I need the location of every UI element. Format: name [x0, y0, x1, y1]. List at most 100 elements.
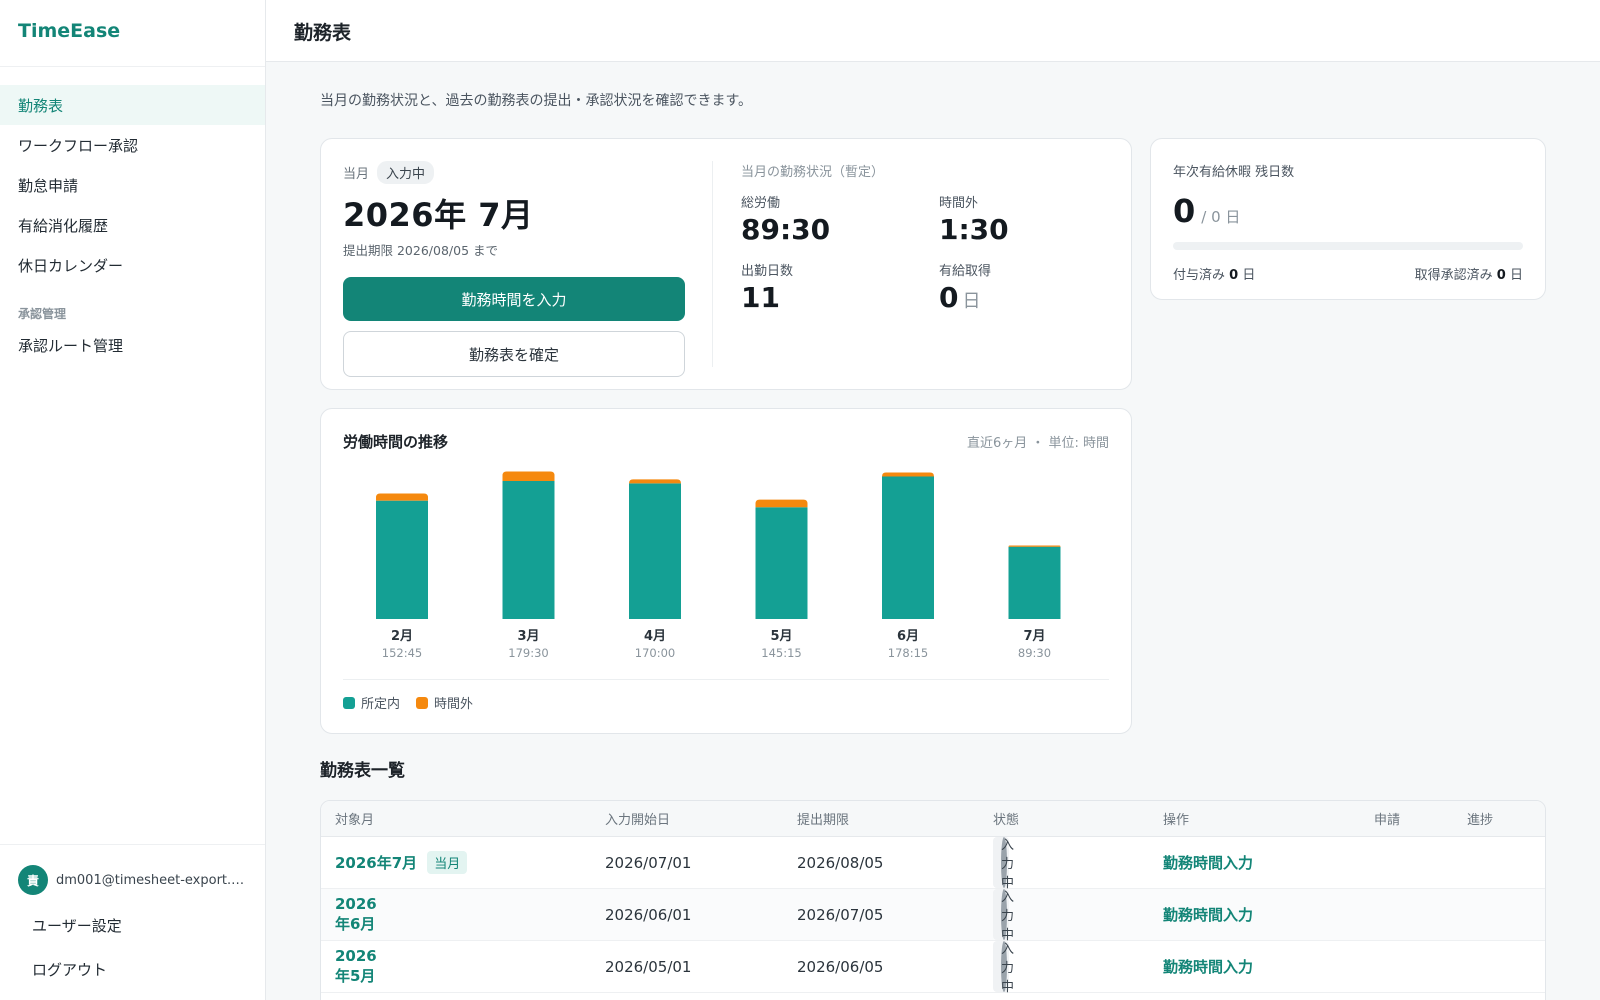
- timesheet-list-title: 勤務表一覧: [320, 761, 405, 781]
- submission-deadline: 提出期限 2026/08/05 まで: [343, 243, 498, 258]
- column-header: 提出期限: [797, 813, 850, 828]
- status-badge: 入力中: [993, 889, 1014, 943]
- topbar: 勤務表: [266, 0, 1600, 62]
- bar-segment-overtime: [629, 479, 681, 484]
- divider: [712, 161, 713, 367]
- enter-work-hours-button[interactable]: 勤務時間を入力: [343, 277, 685, 321]
- x-tick-label: 2月: [391, 629, 413, 644]
- deadline-date: 2026/07/05: [797, 905, 884, 924]
- chart-legend: 所定内 時間外: [343, 693, 473, 712]
- timesheet-table: 対象月 入力開始日 提出期限 状態 操作 申請 進捗 2026年7月 当月 202…: [320, 800, 1546, 1000]
- user-info[interactable]: 責 dm001@timesheet-export.e...: [18, 865, 247, 895]
- sidebar: TimeEase 勤務表 ワークフロー承認 勤怠申請 有給消化履歴 休日カレンダ…: [0, 0, 266, 1000]
- enter-hours-link[interactable]: 勤務時間入力: [1163, 889, 1253, 940]
- x-tick-label: 7月: [1023, 629, 1045, 644]
- legend-label: 所定内: [361, 697, 401, 712]
- chart-title: 労働時間の推移: [343, 433, 449, 451]
- sidebar-item-approval-route[interactable]: 承認ルート管理: [0, 325, 265, 365]
- stat-value: 0日: [939, 281, 1111, 314]
- stat-work-days: 出勤日数 11: [741, 260, 939, 314]
- approved-days: 取得承認済み 0 日: [1414, 268, 1523, 283]
- column-header: 進捗: [1467, 813, 1494, 828]
- bar-segment-regular: [502, 480, 555, 619]
- stat-value: 1:30: [939, 213, 1009, 246]
- stat-label: 有給取得: [939, 264, 992, 279]
- legend-swatch: [343, 696, 355, 709]
- stat-label: 総労働: [741, 196, 781, 211]
- granted-days: 付与済み 0 日: [1173, 268, 1256, 283]
- legend-item-overtime: 時間外: [416, 693, 473, 712]
- enter-hours-link[interactable]: 勤務時間入力: [1163, 837, 1253, 888]
- stat-value: 11: [741, 281, 780, 314]
- stat-unit: 日: [962, 291, 981, 312]
- stats-title: 当月の勤務状況（暫定）: [741, 165, 885, 180]
- current-month-label: 当月: [343, 167, 370, 182]
- work-hours-chart-card: 労働時間の推移 直近6ヶ月 ・ 単位: 時間 2月 152:45 3月 179:30 4…: [320, 408, 1132, 734]
- enter-hours-link[interactable]: 勤務時間入力: [1163, 941, 1253, 992]
- paid-leave-remaining: 0: [1173, 192, 1196, 230]
- start-date: 2026/07/01: [605, 853, 692, 872]
- month-link[interactable]: 2026年6月: [335, 889, 377, 940]
- column-header: 申請: [1374, 813, 1401, 828]
- deadline-date: 2026/08/05: [797, 853, 884, 872]
- data-label-total: 152:45: [382, 646, 422, 660]
- x-tick-label: 3月: [517, 629, 539, 644]
- x-tick-label: 6月: [897, 629, 919, 644]
- start-date: 2026/06/01: [605, 905, 692, 924]
- status-badge: 入力中: [377, 161, 435, 184]
- confirm-timesheet-button[interactable]: 勤務表を確定: [343, 331, 685, 377]
- bar-segment-regular: [1008, 546, 1061, 619]
- sidebar-item-holiday-calendar[interactable]: 休日カレンダー: [0, 245, 265, 285]
- bar-segment-overtime: [376, 493, 428, 501]
- chart-note: 直近6ヶ月 ・ 単位: 時間: [966, 436, 1109, 451]
- stat-label: 時間外: [939, 196, 979, 211]
- page-description: 当月の勤務状況と、過去の勤務表の提出・承認状況を確認できます。: [320, 93, 753, 109]
- sidebar-item-attendance-request[interactable]: 勤怠申請: [0, 165, 265, 205]
- sidebar-footer: 責 dm001@timesheet-export.e... ユーザー設定 ログア…: [0, 844, 265, 1000]
- current-month-title: 2026年 7月: [343, 196, 534, 234]
- paid-leave-title: 年次有給休暇 残日数: [1173, 165, 1295, 180]
- bar-segment-overtime: [1008, 545, 1061, 547]
- month-link[interactable]: 2026年7月: [335, 837, 417, 888]
- logout-link[interactable]: ログアウト: [18, 947, 247, 991]
- brand-logo[interactable]: TimeEase: [0, 0, 265, 67]
- bar-segment-regular: [629, 483, 681, 619]
- bar-segment-regular: [882, 476, 934, 619]
- data-label-total: 89:30: [1018, 646, 1051, 660]
- bar-segment-regular: [376, 500, 428, 619]
- main-content: 当月の勤務状況と、過去の勤務表の提出・承認状況を確認できます。 当月 入力中 2…: [320, 62, 1548, 1000]
- column-header: 入力開始日: [605, 813, 671, 828]
- table-row: 2026年7月 当月 2026/07/01 2026/08/05 入力中 勤務時間…: [321, 837, 1545, 891]
- sidebar-item-workflow-approval[interactable]: ワークフロー承認: [0, 125, 265, 165]
- data-label-total: 179:30: [508, 646, 548, 660]
- user-settings-link[interactable]: ユーザー設定: [18, 903, 247, 947]
- sidebar-section-approval: 承認管理: [18, 306, 67, 321]
- data-label-total: 170:00: [635, 646, 675, 660]
- column-header: 操作: [1163, 813, 1190, 828]
- paid-leave-progress: [1173, 242, 1523, 250]
- current-badge: 当月: [427, 851, 468, 874]
- bar-segment-overtime: [882, 472, 934, 477]
- user-email: dm001@timesheet-export.e...: [56, 872, 246, 888]
- bar-segment-overtime: [755, 499, 808, 508]
- legend-item-regular: 所定内: [343, 693, 400, 712]
- bar-segment-overtime: [502, 471, 555, 481]
- sidebar-nav: 勤務表 ワークフロー承認 勤怠申請 有給消化履歴 休日カレンダー 承認管理 承認…: [0, 67, 265, 365]
- stat-total-hours: 総労働 89:30: [741, 192, 939, 246]
- paid-leave-card: 年次有給休暇 残日数 0 / 0 日 付与済み 0 日 取得承認済み 0 日: [1150, 138, 1546, 300]
- start-date: 2026/05/01: [605, 957, 692, 976]
- avatar: 責: [18, 865, 48, 895]
- status-badge: 入力中: [993, 941, 1014, 995]
- divider: [343, 679, 1109, 680]
- table-row: 2026年5月 2026/05/01 2026/06/05 入力中 勤務時間入力: [321, 941, 1545, 995]
- deadline-date: 2026/06/05: [797, 957, 884, 976]
- current-month-card: 当月 入力中 2026年 7月 提出期限 2026/08/05 まで 勤務時間を…: [320, 138, 1132, 390]
- sidebar-item-timesheet[interactable]: 勤務表: [0, 85, 265, 125]
- stat-value: 89:30: [741, 213, 831, 246]
- month-link[interactable]: 2026年5月: [335, 941, 377, 992]
- work-hours-chart: 2月 152:45 3月 179:30 4月 170:00 5月 145:15 6月 178:15…: [376, 471, 1061, 660]
- paid-leave-total: / 0 日: [1201, 208, 1241, 226]
- sidebar-item-paid-leave-history[interactable]: 有給消化履歴: [0, 205, 265, 245]
- data-label-total: 178:15: [888, 646, 928, 660]
- column-header: 対象月: [335, 813, 375, 828]
